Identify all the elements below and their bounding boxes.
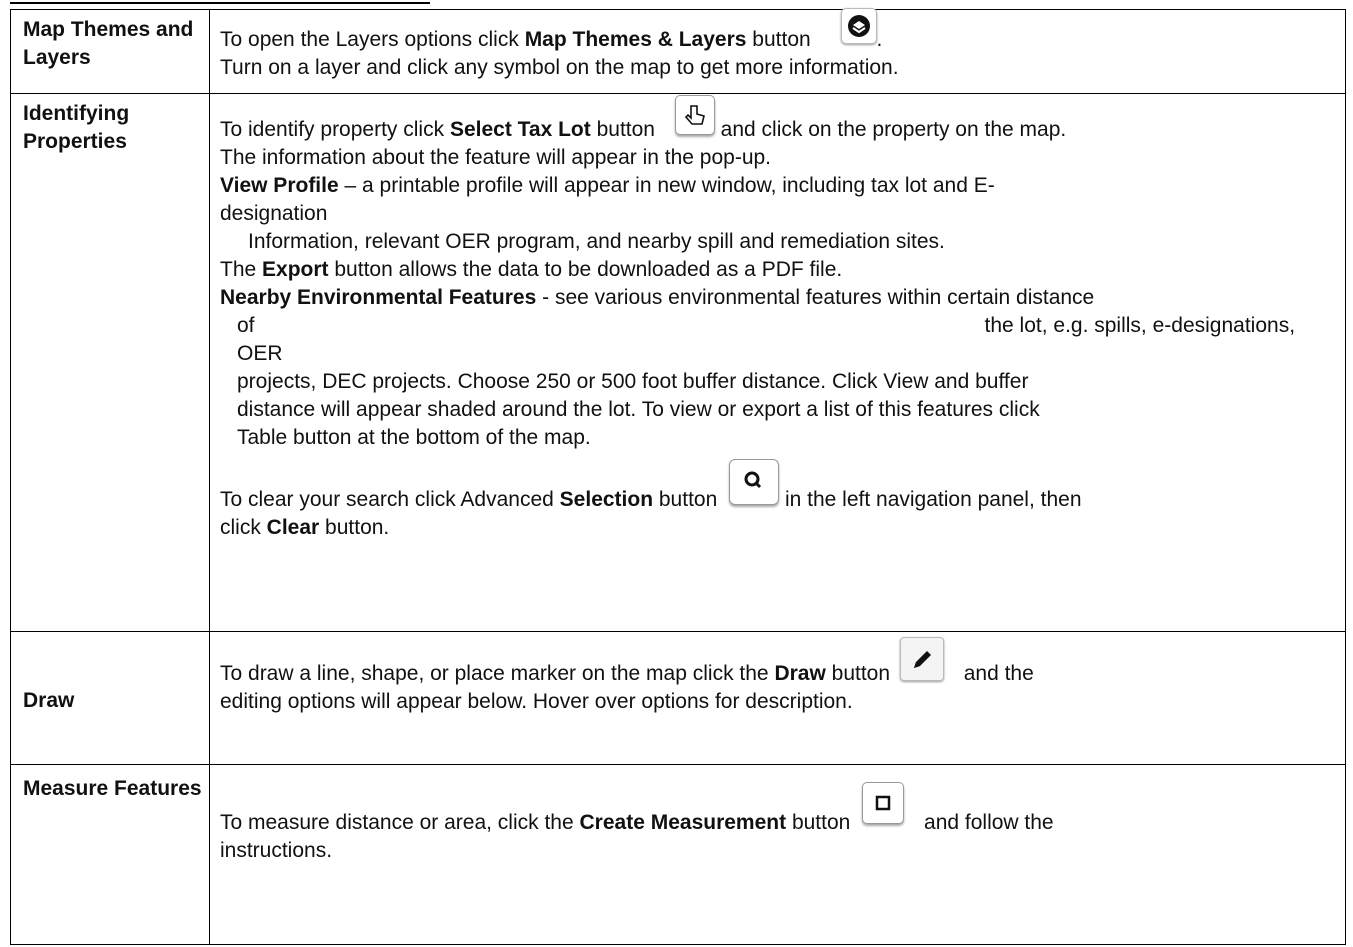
row-label: Map Themes and Layers [10, 9, 210, 94]
table-row: Identifying Properties To identify prope… [10, 93, 1346, 632]
table-row: Map Themes and Layers To open the Layers… [10, 8, 1346, 94]
help-table: Map Themes and Layers To open the Layers… [10, 8, 1346, 945]
row-label: Draw [10, 631, 210, 765]
layers-icon [840, 8, 877, 45]
row-description: To open the Layers options click Map The… [209, 8, 1346, 94]
header-rule [10, 2, 430, 4]
pencil-icon [899, 637, 944, 682]
row-label: Measure Features [10, 764, 210, 945]
row-label: Identifying Properties [10, 93, 210, 632]
magnifier-icon [729, 459, 780, 506]
row-description: To identify property click Select Tax Lo… [209, 93, 1346, 632]
square-measure-icon [862, 782, 905, 825]
table-row: Measure Features To measure distance or … [10, 764, 1346, 945]
row-description: To draw a line, shape, or place marker o… [209, 631, 1346, 765]
row-description: To measure distance or area, click the C… [209, 764, 1346, 945]
table-row: Draw To draw a line, shape, or place mar… [10, 631, 1346, 765]
pointer-hand-icon [674, 95, 715, 136]
